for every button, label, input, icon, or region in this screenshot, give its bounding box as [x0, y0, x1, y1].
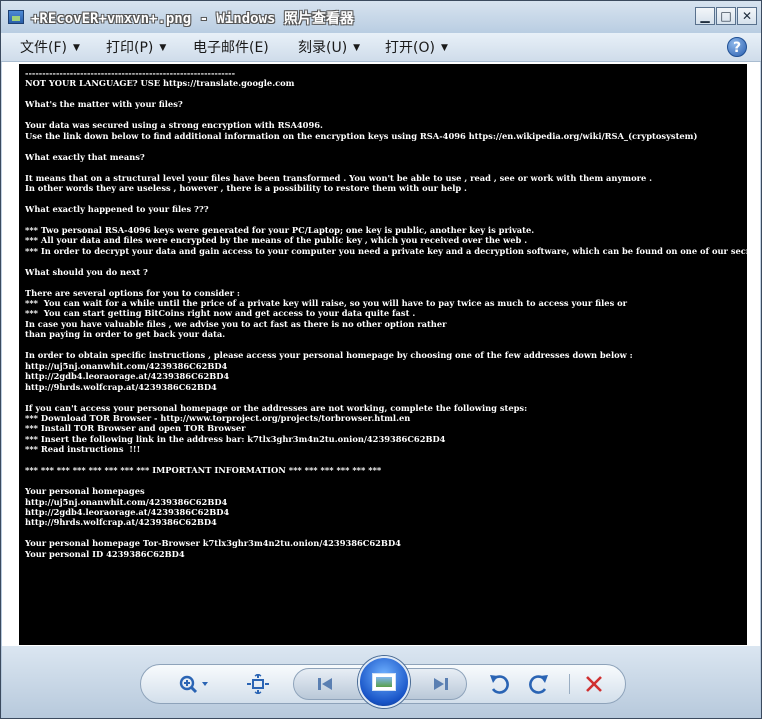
- toolbar-divider: [569, 674, 570, 694]
- image-viewport[interactable]: ----------------------------------------…: [2, 62, 760, 646]
- minimize-button[interactable]: ▁: [695, 7, 715, 25]
- close-button[interactable]: ✕: [737, 7, 757, 25]
- bottom-toolbar: [2, 646, 760, 718]
- menu-open-label: 打开(O): [385, 40, 435, 56]
- ransom-note-text: ----------------------------------------…: [25, 68, 747, 559]
- photo-viewer-window: +REcovER+vmxvn+.png - Windows 照片查看器 ▁ □ …: [0, 0, 762, 719]
- maximize-button[interactable]: □: [716, 7, 736, 25]
- app-icon: [8, 10, 24, 24]
- chevron-down-icon: ▼: [159, 43, 167, 53]
- fit-to-window-icon[interactable]: [244, 672, 272, 696]
- rotate-counterclockwise-icon[interactable]: [486, 672, 512, 696]
- zoom-icon[interactable]: [174, 672, 214, 696]
- window-controls: ▁ □ ✕: [695, 7, 757, 25]
- slideshow-screen: [372, 673, 396, 691]
- menu-email-label: 电子邮件(E): [193, 40, 269, 56]
- chevron-down-icon: ▼: [72, 43, 80, 53]
- chevron-down-icon: ▼: [440, 43, 448, 53]
- menu-file[interactable]: 文件(F) ▼: [20, 37, 80, 57]
- chevron-down-icon: ▼: [353, 43, 361, 53]
- window-title: +REcovER+vmxvn+.png - Windows 照片查看器: [31, 11, 354, 27]
- rotate-clockwise-icon[interactable]: [526, 672, 552, 696]
- delete-icon[interactable]: [581, 672, 607, 696]
- menu-print[interactable]: 打印(P) ▼: [106, 37, 166, 57]
- menu-email[interactable]: 电子邮件(E): [193, 37, 269, 57]
- menu-burn-label: 刻录(U): [298, 40, 348, 56]
- slideshow-icon[interactable]: [358, 656, 410, 708]
- menu-print-label: 打印(P): [106, 40, 154, 56]
- menu-file-label: 文件(F): [20, 40, 67, 56]
- menu-burn[interactable]: 刻录(U) ▼: [298, 37, 360, 57]
- title-bar[interactable]: +REcovER+vmxvn+.png - Windows 照片查看器 ▁ □ …: [1, 1, 761, 34]
- next-icon[interactable]: [428, 674, 454, 694]
- menu-bar: 文件(F) ▼ 打印(P) ▼ 电子邮件(E) 刻录(U) ▼ 打开(O) ▼ ?: [1, 33, 761, 62]
- help-icon[interactable]: ?: [727, 37, 747, 57]
- displayed-image: ----------------------------------------…: [19, 64, 747, 645]
- previous-icon[interactable]: [312, 674, 338, 694]
- menu-open[interactable]: 打开(O) ▼: [385, 37, 448, 57]
